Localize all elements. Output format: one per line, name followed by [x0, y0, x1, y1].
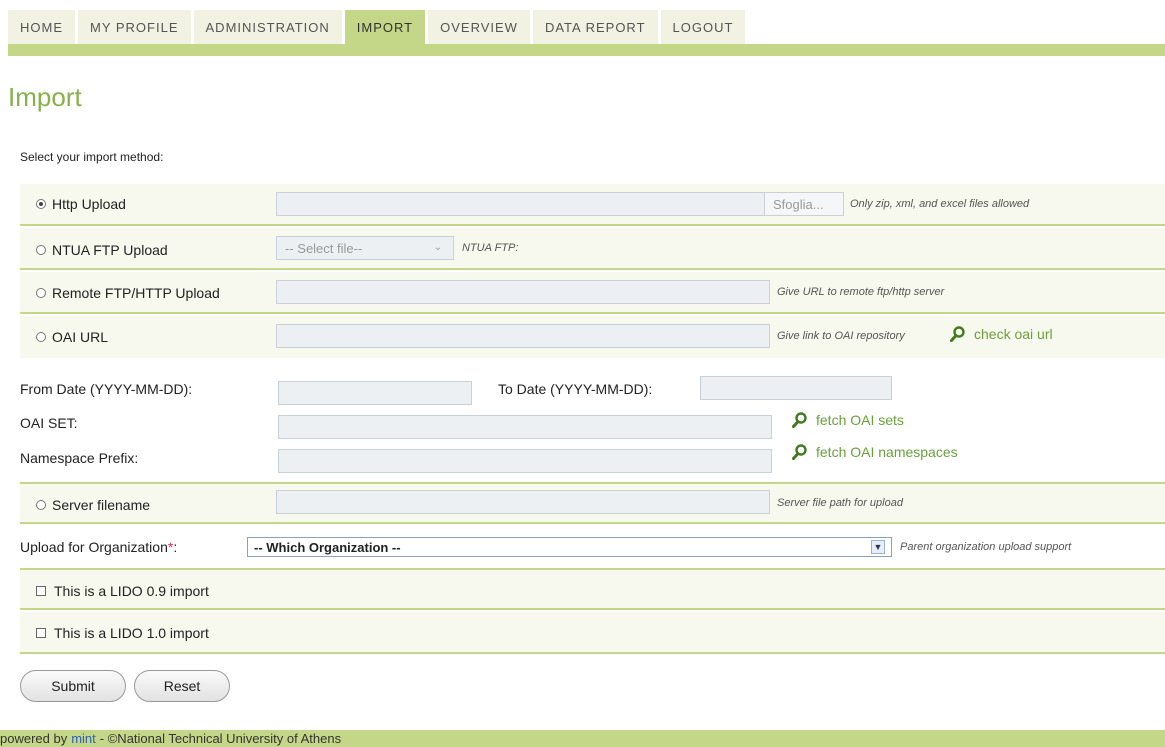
- row-lido-09: This is a LIDO 0.9 import: [20, 568, 1165, 610]
- ntua-ftp-file-select[interactable]: -- Select file-- ⌄: [276, 236, 454, 260]
- ntua-ftp-select-value: -- Select file--: [285, 240, 363, 256]
- organization-label: Upload for Organization*:: [20, 539, 177, 555]
- http-upload-hint: Only zip, xml, and excel files allowed: [850, 198, 1030, 210]
- tab-data-report[interactable]: DATA REPORT: [532, 10, 658, 44]
- from-date-label: From Date (YYYY-MM-DD):: [20, 381, 193, 397]
- submit-button[interactable]: Submit: [20, 670, 126, 702]
- remote-ftp-radio[interactable]: [36, 288, 46, 298]
- namespace-prefix-input[interactable]: [278, 449, 772, 473]
- reset-button[interactable]: Reset: [134, 670, 230, 702]
- http-upload-option[interactable]: Http Upload: [36, 196, 126, 212]
- tab-import[interactable]: IMPORT: [344, 10, 426, 44]
- fetch-oai-namespaces-link[interactable]: fetch OAI namespaces: [792, 444, 958, 460]
- check-oai-url-link[interactable]: check oai url: [950, 326, 1053, 342]
- to-date-input[interactable]: [700, 376, 892, 400]
- organization-hint: Parent organization upload support: [900, 541, 1072, 553]
- oai-url-label: OAI URL: [52, 329, 109, 345]
- browse-button[interactable]: Sfoglia...: [764, 192, 844, 216]
- organization-label-colon: :: [173, 539, 178, 555]
- fetch-oai-sets-link[interactable]: fetch OAI sets: [792, 412, 904, 428]
- lido-09-checkbox[interactable]: [36, 586, 46, 596]
- tab-administration[interactable]: ADMINISTRATION: [193, 10, 342, 44]
- tab-overview[interactable]: OVERVIEW: [428, 10, 530, 44]
- ntua-ftp-option[interactable]: NTUA FTP Upload: [36, 242, 168, 258]
- ntua-ftp-radio[interactable]: [36, 245, 46, 255]
- oai-url-option[interactable]: OAI URL: [36, 329, 108, 345]
- oai-url-radio[interactable]: [36, 332, 46, 342]
- to-date-label: To Date (YYYY-MM-DD):: [498, 381, 653, 397]
- ntua-ftp-label: NTUA FTP Upload: [52, 242, 168, 258]
- nav-underline-bar: [8, 44, 1165, 56]
- server-filename-label: Server filename: [52, 497, 151, 513]
- server-filename-hint: Server file path for upload: [777, 497, 903, 509]
- oai-url-input[interactable]: [276, 324, 770, 348]
- lido-09-option[interactable]: This is a LIDO 0.9 import: [36, 583, 209, 599]
- footer: powered by mint - ©National Technical Un…: [0, 730, 1165, 747]
- http-upload-radio[interactable]: [36, 199, 46, 209]
- main-nav: HOME MY PROFILE ADMINISTRATION IMPORT OV…: [8, 10, 748, 44]
- http-upload-label: Http Upload: [52, 196, 126, 212]
- chevron-down-icon: ▼: [871, 540, 885, 554]
- row-ntua-ftp: NTUA FTP Upload -- Select file-- ⌄ NTUA …: [20, 228, 1165, 270]
- lido-10-checkbox[interactable]: [36, 628, 46, 638]
- lido-10-label: This is a LIDO 1.0 import: [54, 625, 209, 641]
- row-oai-url: OAI URL Give link to OAI repository chec…: [20, 316, 1165, 358]
- check-oai-url-label: check oai url: [974, 326, 1053, 342]
- organization-select[interactable]: -- Which Organization -- ▼: [247, 537, 892, 557]
- fetch-oai-sets-label: fetch OAI sets: [816, 412, 904, 428]
- server-filename-option[interactable]: Server filename: [36, 497, 150, 513]
- lido-09-label: This is a LIDO 0.9 import: [54, 583, 209, 599]
- tab-home[interactable]: HOME: [8, 10, 75, 44]
- page-title: Import: [8, 82, 82, 112]
- row-lido-10: This is a LIDO 1.0 import: [20, 612, 1165, 654]
- footer-prefix: powered by: [0, 731, 68, 746]
- remote-ftp-hint: Give URL to remote ftp/http server: [777, 286, 945, 298]
- oai-set-input[interactable]: [278, 415, 772, 439]
- import-method-prompt: Select your import method:: [20, 150, 164, 164]
- server-filename-radio[interactable]: [36, 500, 46, 510]
- tab-logout[interactable]: LOGOUT: [660, 10, 746, 44]
- organization-label-text: Upload for Organization: [20, 539, 168, 555]
- footer-suffix: - ©National Technical University of Athe…: [99, 731, 342, 746]
- lido-10-option[interactable]: This is a LIDO 1.0 import: [36, 625, 209, 641]
- chevron-down-icon: ⌄: [433, 242, 443, 253]
- from-date-input[interactable]: [278, 381, 472, 405]
- magnifier-icon: [950, 326, 966, 342]
- namespace-prefix-label: Namespace Prefix:: [20, 450, 139, 466]
- row-http-upload: Http Upload Sfoglia... Only zip, xml, an…: [20, 184, 1165, 226]
- oai-url-hint: Give link to OAI repository: [777, 330, 905, 342]
- oai-set-label: OAI SET:: [20, 415, 78, 431]
- row-remote-ftp: Remote FTP/HTTP Upload Give URL to remot…: [20, 272, 1165, 314]
- magnifier-icon: [792, 412, 808, 428]
- ntua-ftp-hint: NTUA FTP:: [462, 242, 519, 254]
- http-upload-file-input[interactable]: [276, 192, 776, 216]
- organization-selected-value: -- Which Organization --: [254, 539, 401, 555]
- remote-ftp-option[interactable]: Remote FTP/HTTP Upload: [36, 285, 220, 301]
- fetch-oai-namespaces-label: fetch OAI namespaces: [816, 444, 958, 460]
- tab-my-profile[interactable]: MY PROFILE: [78, 10, 191, 44]
- remote-ftp-url-input[interactable]: [276, 280, 770, 304]
- row-server-filename: Server filename Server file path for upl…: [20, 482, 1165, 524]
- remote-ftp-label: Remote FTP/HTTP Upload: [52, 285, 220, 301]
- magnifier-icon: [792, 444, 808, 460]
- server-filename-input[interactable]: [276, 490, 770, 514]
- mint-link[interactable]: mint: [71, 731, 96, 746]
